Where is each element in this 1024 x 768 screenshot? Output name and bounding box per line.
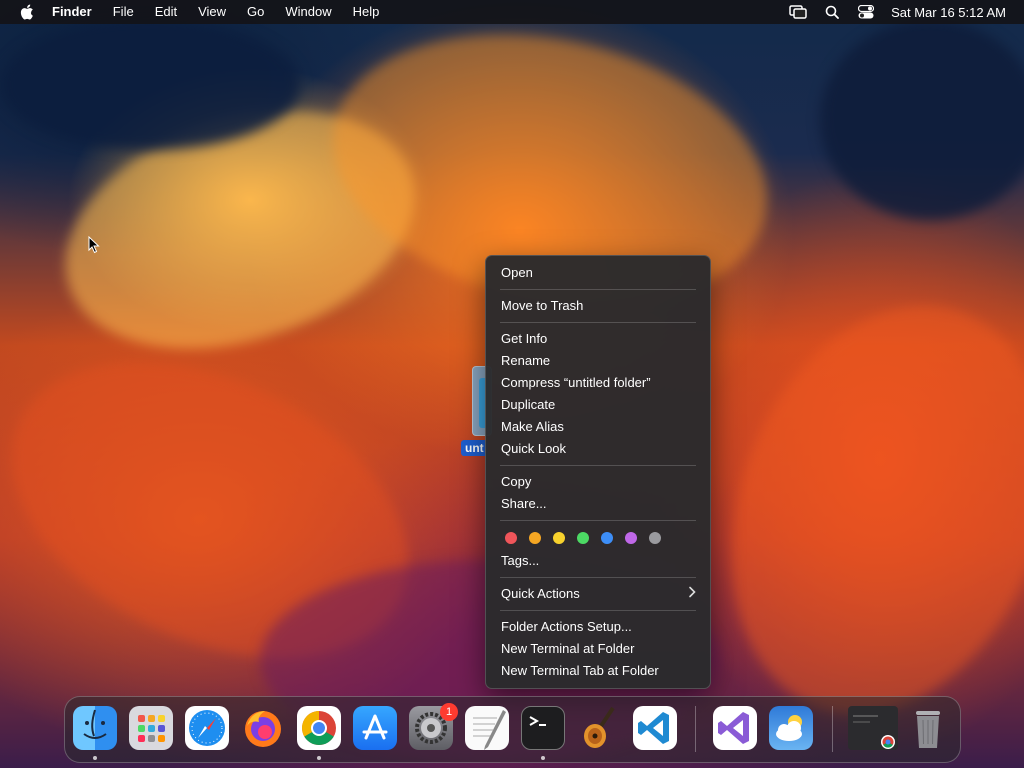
desktop-folder-label[interactable]: unt	[461, 440, 488, 456]
screen-mirroring-icon[interactable]	[789, 3, 807, 21]
system-settings-badge: 1	[440, 703, 458, 721]
menu-item-quick-actions-label: Quick Actions	[501, 586, 580, 601]
launchpad-icon[interactable]	[129, 706, 173, 750]
wallpaper-swirl	[820, 20, 1024, 220]
chrome-running-dot	[317, 756, 321, 760]
mouse-cursor-icon	[88, 235, 100, 259]
menu-item-duplicate[interactable]: Duplicate	[486, 394, 710, 416]
menu-view[interactable]: View	[198, 0, 226, 24]
menu-item-make-alias[interactable]: Make Alias	[486, 416, 710, 438]
dock-separator	[832, 706, 833, 752]
menu-help[interactable]: Help	[353, 0, 380, 24]
wallpaper-swirl	[677, 261, 1024, 759]
menu-go[interactable]: Go	[247, 0, 264, 24]
garageband-icon[interactable]	[577, 706, 621, 750]
tag-purple-dot[interactable]	[625, 532, 637, 544]
menu-file[interactable]: File	[113, 0, 134, 24]
tag-color-row	[486, 526, 710, 550]
tag-yellow-dot[interactable]	[553, 532, 565, 544]
menu-item-new-terminal-tab[interactable]: New Terminal Tab at Folder	[486, 660, 710, 682]
visual-studio-icon[interactable]	[713, 706, 757, 750]
finder-icon[interactable]	[73, 706, 117, 750]
tag-orange-dot[interactable]	[529, 532, 541, 544]
menu-window[interactable]: Window	[285, 0, 331, 24]
menu-separator	[500, 577, 696, 578]
finder-running-dot	[93, 756, 97, 760]
menu-item-open[interactable]: Open	[486, 262, 710, 284]
terminal-icon[interactable]	[521, 706, 565, 750]
tag-blue-dot[interactable]	[601, 532, 613, 544]
control-center-icon[interactable]	[857, 3, 875, 21]
menu-item-tags[interactable]: Tags...	[486, 550, 710, 572]
menu-item-quick-look[interactable]: Quick Look	[486, 438, 710, 460]
menu-edit[interactable]: Edit	[155, 0, 177, 24]
menu-item-move-to-trash[interactable]: Move to Trash	[486, 295, 710, 317]
menu-item-quick-actions[interactable]: Quick Actions	[486, 583, 710, 605]
weather-icon[interactable]	[769, 706, 813, 750]
spotlight-search-icon[interactable]	[823, 3, 841, 21]
menu-app-finder[interactable]: Finder	[52, 0, 92, 24]
app-store-icon[interactable]	[353, 706, 397, 750]
status-tray: Sat Mar 16 5:12 AM	[773, 0, 1006, 24]
textedit-icon[interactable]	[465, 706, 509, 750]
context-menu: Open Move to Trash Get Info Rename Compr…	[485, 255, 711, 689]
menu-clock[interactable]: Sat Mar 16 5:12 AM	[891, 5, 1006, 20]
dock-separator	[695, 706, 696, 752]
menu-separator	[500, 465, 696, 466]
menu-item-rename[interactable]: Rename	[486, 350, 710, 372]
menu-bar: Finder File Edit View Go Window Help Sat…	[0, 0, 1024, 24]
menu-separator	[500, 610, 696, 611]
menu-item-get-info[interactable]: Get Info	[486, 328, 710, 350]
wallpaper-swirl	[0, 20, 300, 150]
terminal-running-dot	[541, 756, 545, 760]
menu-item-new-terminal[interactable]: New Terminal at Folder	[486, 638, 710, 660]
menu-separator	[500, 289, 696, 290]
menu-item-compress[interactable]: Compress “untitled folder”	[486, 372, 710, 394]
chevron-right-icon	[688, 583, 696, 605]
menu-separator	[500, 520, 696, 521]
menu-separator	[500, 322, 696, 323]
menu-item-folder-actions-setup[interactable]: Folder Actions Setup...	[486, 616, 710, 638]
minimized-window-thumbnail[interactable]	[848, 706, 898, 750]
chrome-icon[interactable]	[297, 706, 341, 750]
tag-red-dot[interactable]	[505, 532, 517, 544]
safari-icon[interactable]	[185, 706, 229, 750]
trash-icon[interactable]	[906, 706, 950, 750]
firefox-icon[interactable]	[241, 706, 285, 750]
tag-green-dot[interactable]	[577, 532, 589, 544]
menu-item-copy[interactable]: Copy	[486, 471, 710, 493]
vscode-icon[interactable]	[633, 706, 677, 750]
menu-item-share[interactable]: Share...	[486, 493, 710, 515]
apple-menu-icon[interactable]	[18, 3, 36, 21]
tag-gray-dot[interactable]	[649, 532, 661, 544]
